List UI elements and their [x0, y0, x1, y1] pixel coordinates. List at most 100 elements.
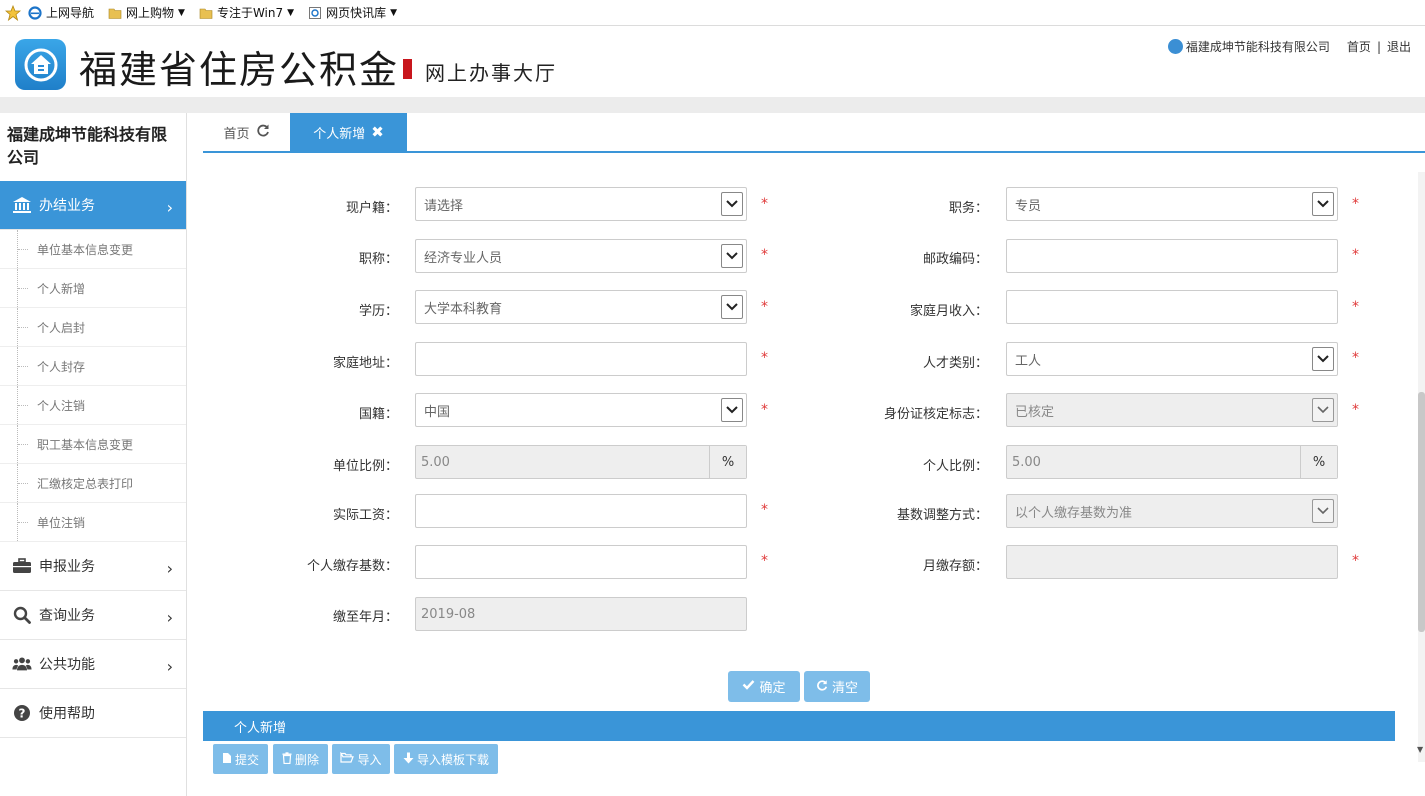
percent-addon: %	[1300, 446, 1337, 478]
education-select[interactable]: 大学本科教育	[415, 290, 747, 324]
input-value: 2019-08	[421, 606, 476, 622]
personal-base-input[interactable]	[415, 545, 747, 579]
vertical-scrollbar[interactable]	[1418, 172, 1425, 762]
label-address: 家庭地址：	[332, 356, 398, 371]
favorites-star-icon[interactable]	[4, 4, 22, 22]
title-select[interactable]: 经济专业人员	[415, 239, 747, 273]
label-postcode: 邮政编码：	[922, 252, 988, 267]
import-button-label: 导入	[357, 752, 382, 767]
unit-ratio-input: 5.00 %	[415, 445, 747, 479]
import-button[interactable]: 导入	[332, 744, 390, 774]
tab-personal-add[interactable]: 个人新增 ✖	[290, 113, 407, 151]
sidebar-subitem-personal-add[interactable]: 个人新增	[0, 269, 186, 308]
chevron-down-icon: ▼	[287, 7, 295, 18]
subitem-label: 个人启封	[37, 320, 86, 335]
folder-icon	[199, 6, 213, 20]
submit-button[interactable]: 提交	[213, 744, 268, 774]
sidebar-subitem-summary-print[interactable]: 汇缴核定总表打印	[0, 464, 186, 503]
chevron-down-icon: ▼	[390, 7, 397, 18]
talent-category-select[interactable]: 工人	[1006, 342, 1338, 376]
sidebar-menu-label: 使用帮助	[39, 706, 95, 722]
users-icon	[12, 655, 32, 673]
label-id-verified: 身份证核定标志：	[883, 407, 988, 422]
tab-home[interactable]: 首页	[203, 113, 290, 151]
required-mark: *	[761, 196, 768, 212]
label-talent-category: 人才类别：	[922, 356, 988, 371]
sidebar-subitem-personal-seal[interactable]: 个人封存	[0, 347, 186, 386]
sidebar-subitem-personal-unseal[interactable]: 个人启封	[0, 308, 186, 347]
confirm-button[interactable]: 确定	[728, 671, 800, 702]
delete-button[interactable]: 删除	[273, 744, 328, 774]
actual-salary-input[interactable]	[415, 494, 747, 528]
label-nationality: 国籍：	[358, 407, 398, 422]
sidebar-menu-declare[interactable]: 申报业务 ›	[0, 542, 186, 591]
logout-link[interactable]: 退出	[1387, 38, 1411, 55]
sidebar-menu-help[interactable]: ? 使用帮助	[0, 689, 186, 738]
home-link[interactable]: 首页	[1347, 38, 1371, 55]
subitem-label: 汇缴核定总表打印	[37, 476, 134, 491]
label-household: 现户籍：	[345, 201, 398, 216]
sidebar-subitem-unit-cancel[interactable]: 单位注销	[0, 503, 186, 542]
clear-button[interactable]: 清空	[804, 671, 870, 702]
chevron-right-icon: ›	[166, 657, 173, 676]
sidebar-subitem-unit-info-change[interactable]: 单位基本信息变更	[0, 230, 186, 269]
delete-button-label: 删除	[294, 752, 319, 767]
required-mark: *	[761, 502, 768, 518]
sidebar-menu-public[interactable]: 公共功能 ›	[0, 640, 186, 689]
subitem-label: 个人新增	[37, 281, 86, 296]
refresh-icon[interactable]	[256, 123, 270, 141]
household-select[interactable]: 请选择	[415, 187, 747, 221]
check-icon	[742, 679, 755, 694]
user-icon	[1167, 39, 1183, 54]
select-value: 工人	[1015, 353, 1042, 369]
fav-item-label: 网上购物	[126, 6, 175, 20]
close-icon[interactable]: ✖	[371, 123, 384, 141]
logo-house-icon	[15, 39, 66, 90]
label-actual-salary: 实际工资：	[332, 508, 398, 523]
required-mark: *	[1352, 196, 1359, 212]
scrollbar-thumb[interactable]	[1418, 392, 1425, 632]
site-header: 福建省住房公积金 网上办事大厅 福建成坤节能科技有限公司 首页 | 退出	[0, 27, 1425, 97]
chevron-down-icon	[721, 192, 743, 216]
sidebar-menu-query[interactable]: 查询业务 ›	[0, 591, 186, 640]
label-position: 职务：	[948, 201, 988, 216]
fav-item-shopping[interactable]: 网上购物 ▼	[108, 4, 185, 21]
sidebar-subitem-employee-info-change[interactable]: 职工基本信息变更	[0, 425, 186, 464]
fav-item-nav[interactable]: 上网导航	[28, 4, 94, 21]
sidebar-menu-label: 查询业务	[39, 608, 95, 624]
link-separator: |	[1376, 39, 1381, 54]
required-mark: *	[1352, 402, 1359, 418]
ie-icon	[28, 5, 42, 20]
sidebar-menu-label: 公共功能	[39, 657, 95, 673]
tab-home-label: 首页	[223, 126, 250, 142]
address-input[interactable]	[415, 342, 747, 376]
favorites-bar: 上网导航 网上购物 ▼ 专注于Win7 ▼ 网页快讯库 ▼	[0, 0, 1425, 26]
postcode-input[interactable]	[1006, 239, 1338, 273]
input-value: 5.00	[421, 454, 450, 470]
subitem-label: 个人封存	[37, 359, 86, 374]
label-unit-ratio: 单位比例：	[332, 459, 398, 474]
webslice-icon	[308, 6, 322, 20]
family-income-input[interactable]	[1006, 290, 1338, 324]
fav-item-win7[interactable]: 专注于Win7 ▼	[199, 4, 294, 21]
label-education: 学历：	[358, 304, 398, 319]
sidebar-subitem-personal-cancel[interactable]: 个人注销	[0, 386, 186, 425]
tab-personal-add-label: 个人新增	[313, 126, 366, 142]
chevron-right-icon: ›	[166, 198, 173, 217]
template-download-button[interactable]: 导入模板下载	[394, 744, 498, 774]
label-base-adjust: 基数调整方式：	[896, 508, 988, 523]
fav-item-webslice[interactable]: 网页快讯库 ▼	[308, 4, 397, 21]
sidebar: 福建成坤节能科技有限公司 办结业务 › 单位基本信息变更 个人新增 个人启封 个…	[0, 113, 187, 796]
sidebar-menu-completed[interactable]: 办结业务 ›	[0, 181, 186, 230]
nationality-select[interactable]: 中国	[415, 393, 747, 427]
help-icon: ?	[12, 704, 32, 722]
chevron-down-icon	[1312, 499, 1334, 523]
section-title: 个人新增	[234, 720, 287, 736]
required-mark: *	[1352, 247, 1359, 263]
chevron-down-icon: ▼	[178, 7, 185, 18]
fav-item-label: 专注于Win7	[216, 6, 284, 20]
required-mark: *	[761, 402, 768, 418]
label-title: 职称：	[358, 252, 398, 267]
scroll-down-arrow-icon[interactable]: ▼	[1417, 745, 1423, 754]
position-select[interactable]: 专员	[1006, 187, 1338, 221]
